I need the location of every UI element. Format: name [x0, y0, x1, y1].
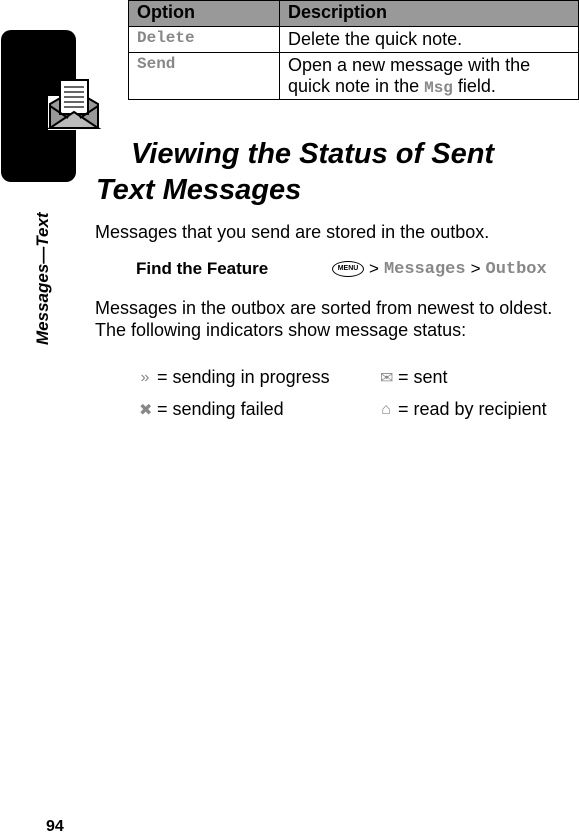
indicator-label: = sent — [398, 367, 448, 387]
indicator-label: = sending in progress — [157, 367, 330, 387]
header-option: Option — [128, 0, 280, 27]
table-header: Option Description — [128, 0, 579, 27]
body-paragraph: Messages in the outbox are sorted from n… — [95, 297, 552, 341]
indicator-label: = sending failed — [157, 399, 284, 419]
page-number: 94 — [46, 818, 64, 835]
options-table: Option Description Delete Delete the qui… — [128, 0, 579, 100]
indicator-label: = read by recipient — [398, 399, 547, 419]
header-description: Description — [279, 0, 579, 27]
indicator-item: ⌂ = read by recipient — [380, 399, 547, 420]
description-cell: Delete the quick note. — [279, 26, 579, 53]
section-title: Viewing the Status of Sent Text Messages — [96, 136, 566, 208]
path-item: Outbox — [485, 259, 547, 279]
path-separator: > — [470, 259, 481, 278]
body-line: Messages in the outbox are sorted from n… — [95, 298, 553, 318]
envelope-letter-icon — [46, 79, 102, 130]
table-row: Delete Delete the quick note. — [128, 26, 579, 53]
sending-failed-icon: ✖ — [139, 401, 153, 419]
table-row: Send Open a new message with the quick n… — [128, 52, 579, 100]
chapter-label: Messages—Text — [33, 212, 52, 345]
feature-path: MENU > Messages > Outbox — [332, 259, 547, 279]
description-text: field. — [452, 76, 496, 96]
indicator-item: ✖ = sending failed — [139, 399, 284, 420]
path-item: Messages — [383, 259, 466, 279]
path-separator: > — [369, 259, 379, 278]
description-cell: Open a new message with the quick note i… — [279, 52, 579, 100]
option-cell: Delete — [128, 26, 280, 53]
field-name: Msg — [424, 79, 453, 97]
body-line: The following indicators show message st… — [95, 320, 467, 340]
indicator-item: » = sending in progress — [139, 367, 330, 388]
sent-icon: ✉ — [380, 369, 394, 387]
find-feature-label: Find the Feature — [136, 259, 269, 278]
menu-key-icon: MENU — [332, 261, 364, 277]
intro-paragraph: Messages that you send are stored in the… — [95, 222, 490, 242]
title-line: Viewing the Status of Sent — [131, 138, 495, 170]
read-by-recipient-icon: ⌂ — [381, 400, 391, 418]
title-line: Text Messages — [96, 174, 302, 206]
indicator-item: ✉ = sent — [380, 367, 448, 388]
option-cell: Send — [128, 52, 280, 100]
sending-in-progress-icon: » — [140, 368, 150, 386]
